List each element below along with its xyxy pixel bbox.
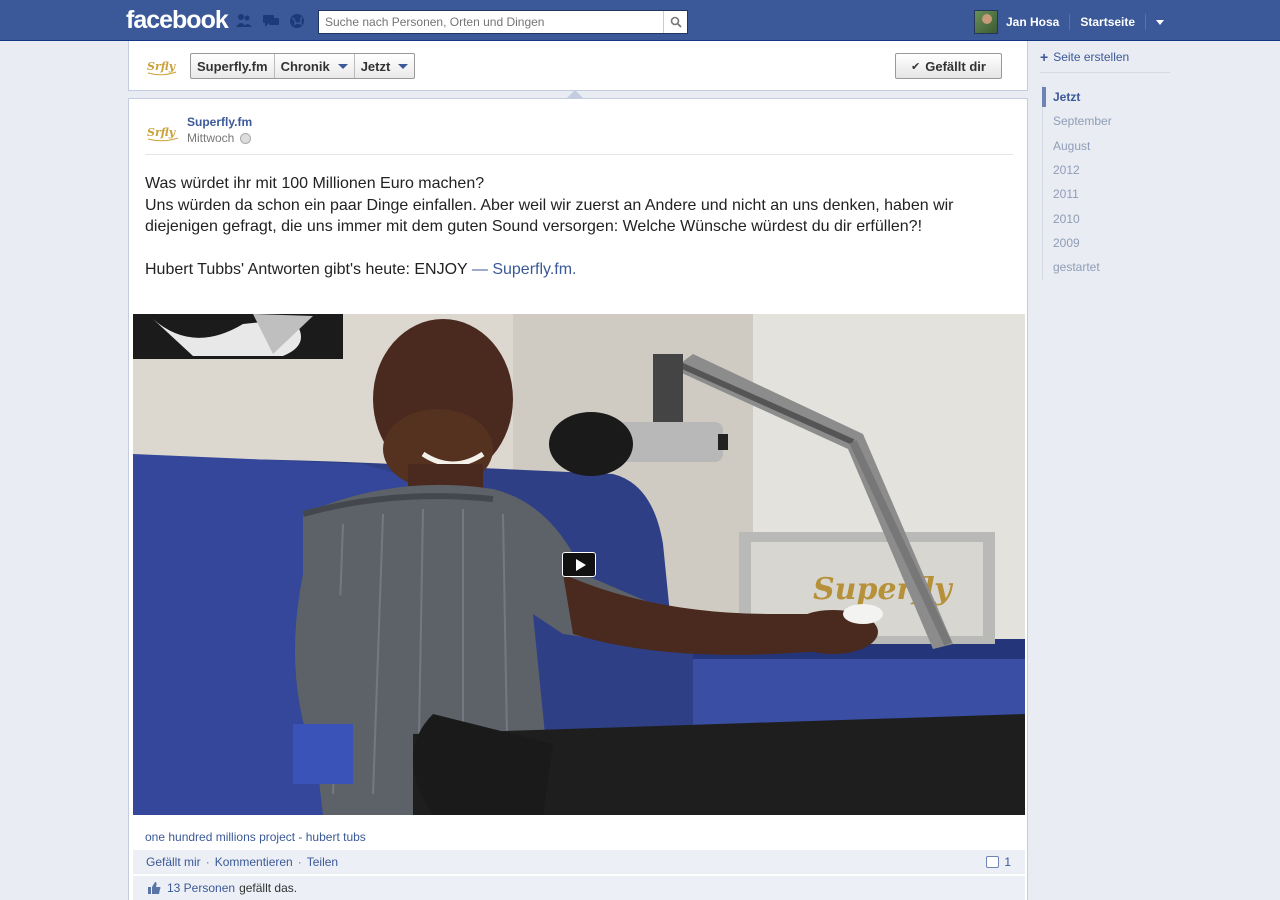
post-line: Uns würden da schon ein paar Dinge einfa… xyxy=(145,196,954,236)
separator-dot: · xyxy=(205,855,210,869)
video-player[interactable]: Superfly xyxy=(133,314,1025,815)
post-author-link[interactable]: Superfly.fm xyxy=(187,115,252,129)
timeline-item-2011[interactable]: 2011 xyxy=(1042,182,1112,206)
right-sidebar: + Seite erstellen xyxy=(1040,50,1170,73)
chevron-down-icon xyxy=(337,63,348,69)
timeline-item-2009[interactable]: 2009 xyxy=(1042,231,1112,255)
post-timestamp[interactable]: Mittwoch xyxy=(187,131,234,145)
timeline-post: Srfly Superfly.fm Mittwoch Was würdet ih… xyxy=(128,98,1028,900)
user-avatar[interactable] xyxy=(974,10,998,34)
timeline-item-2010[interactable]: 2010 xyxy=(1042,206,1112,230)
likers-link[interactable]: 13 Personen xyxy=(167,881,235,895)
facebook-logo[interactable]: facebook xyxy=(126,6,229,35)
divider xyxy=(145,154,1013,155)
timeline-item-august[interactable]: August xyxy=(1042,134,1112,158)
timeline-item-started[interactable]: gestartet xyxy=(1042,255,1112,279)
video-play-button[interactable] xyxy=(562,552,596,577)
breadcrumb: Superfly.fm Chronik Jetzt xyxy=(190,53,416,79)
timeline-item-2012[interactable]: 2012 xyxy=(1042,158,1112,182)
page-header: Srfly Superfly.fm Chronik Jetzt ✔ Gefäll… xyxy=(128,41,1028,91)
crumb-now[interactable]: Jetzt xyxy=(355,54,415,78)
notifications-globe-icon[interactable] xyxy=(288,13,306,29)
crumb-timeline[interactable]: Chronik xyxy=(275,54,355,78)
share-action[interactable]: Teilen xyxy=(307,855,338,869)
messages-icon[interactable] xyxy=(262,13,280,29)
video-title-link[interactable]: one hundred millions project - hubert tu… xyxy=(145,830,366,844)
home-link[interactable]: Startseite xyxy=(1080,15,1135,29)
page-like-button[interactable]: ✔ Gefällt dir xyxy=(895,53,1002,79)
post-line: Was würdet ihr mit 100 Millionen Euro ma… xyxy=(145,175,485,192)
timeline-item-now[interactable]: Jetzt xyxy=(1042,85,1112,109)
header-pointer xyxy=(567,90,583,98)
logo-text: Srfly xyxy=(147,60,177,73)
checkmark-icon: ✔ xyxy=(911,60,921,73)
search-input[interactable] xyxy=(319,11,659,33)
top-bar: facebook Jan Hosa Startseite xyxy=(0,0,1280,41)
nav-separator xyxy=(1145,14,1147,30)
logo-text: Srfly xyxy=(147,126,177,139)
comment-bubble-icon xyxy=(986,856,1000,868)
author-avatar[interactable]: Srfly xyxy=(145,119,181,145)
separator-dot: · xyxy=(297,855,302,869)
post-actions-bar: Gefällt mir · Kommentieren · Teilen 1 xyxy=(133,850,1025,874)
likes-summary: 13 Personen gefällt das. xyxy=(133,876,1025,900)
friend-requests-icon[interactable] xyxy=(235,13,253,29)
user-nav: Jan Hosa Startseite xyxy=(974,10,1165,34)
account-menu-chevron-icon[interactable] xyxy=(1156,19,1165,25)
like-action[interactable]: Gefällt mir xyxy=(146,855,201,869)
search-button[interactable] xyxy=(663,11,687,33)
post-meta: Mittwoch xyxy=(187,131,252,145)
post-message: Was würdet ihr mit 100 Millionen Euro ma… xyxy=(145,173,1013,281)
post-line: Hubert Tubbs' Antworten gibt's heute: EN… xyxy=(145,261,577,278)
search-icon xyxy=(670,16,682,28)
likes-suffix: gefällt das. xyxy=(239,881,298,895)
plus-icon: + xyxy=(1040,49,1049,65)
play-icon xyxy=(575,558,586,571)
superfly-logo[interactable]: Srfly xyxy=(145,53,179,79)
crumb-page[interactable]: Superfly.fm xyxy=(191,54,275,78)
nav-separator xyxy=(1069,14,1071,30)
dash: — xyxy=(467,261,493,278)
tagged-page-link[interactable]: Superfly.fm. xyxy=(492,261,576,278)
user-name-link[interactable]: Jan Hosa xyxy=(1006,15,1059,29)
public-globe-icon[interactable] xyxy=(240,132,252,144)
thumbs-up-icon xyxy=(148,882,161,894)
create-page-link[interactable]: + Seite erstellen xyxy=(1040,50,1170,73)
search-box xyxy=(318,10,688,34)
comment-count[interactable]: 1 xyxy=(986,855,1011,869)
comment-action[interactable]: Kommentieren xyxy=(215,855,293,869)
timeline-item-september[interactable]: September xyxy=(1042,109,1112,133)
timeline-years: Jetzt September August 2012 2011 2010 20… xyxy=(1042,85,1112,279)
chevron-down-icon xyxy=(398,63,409,69)
